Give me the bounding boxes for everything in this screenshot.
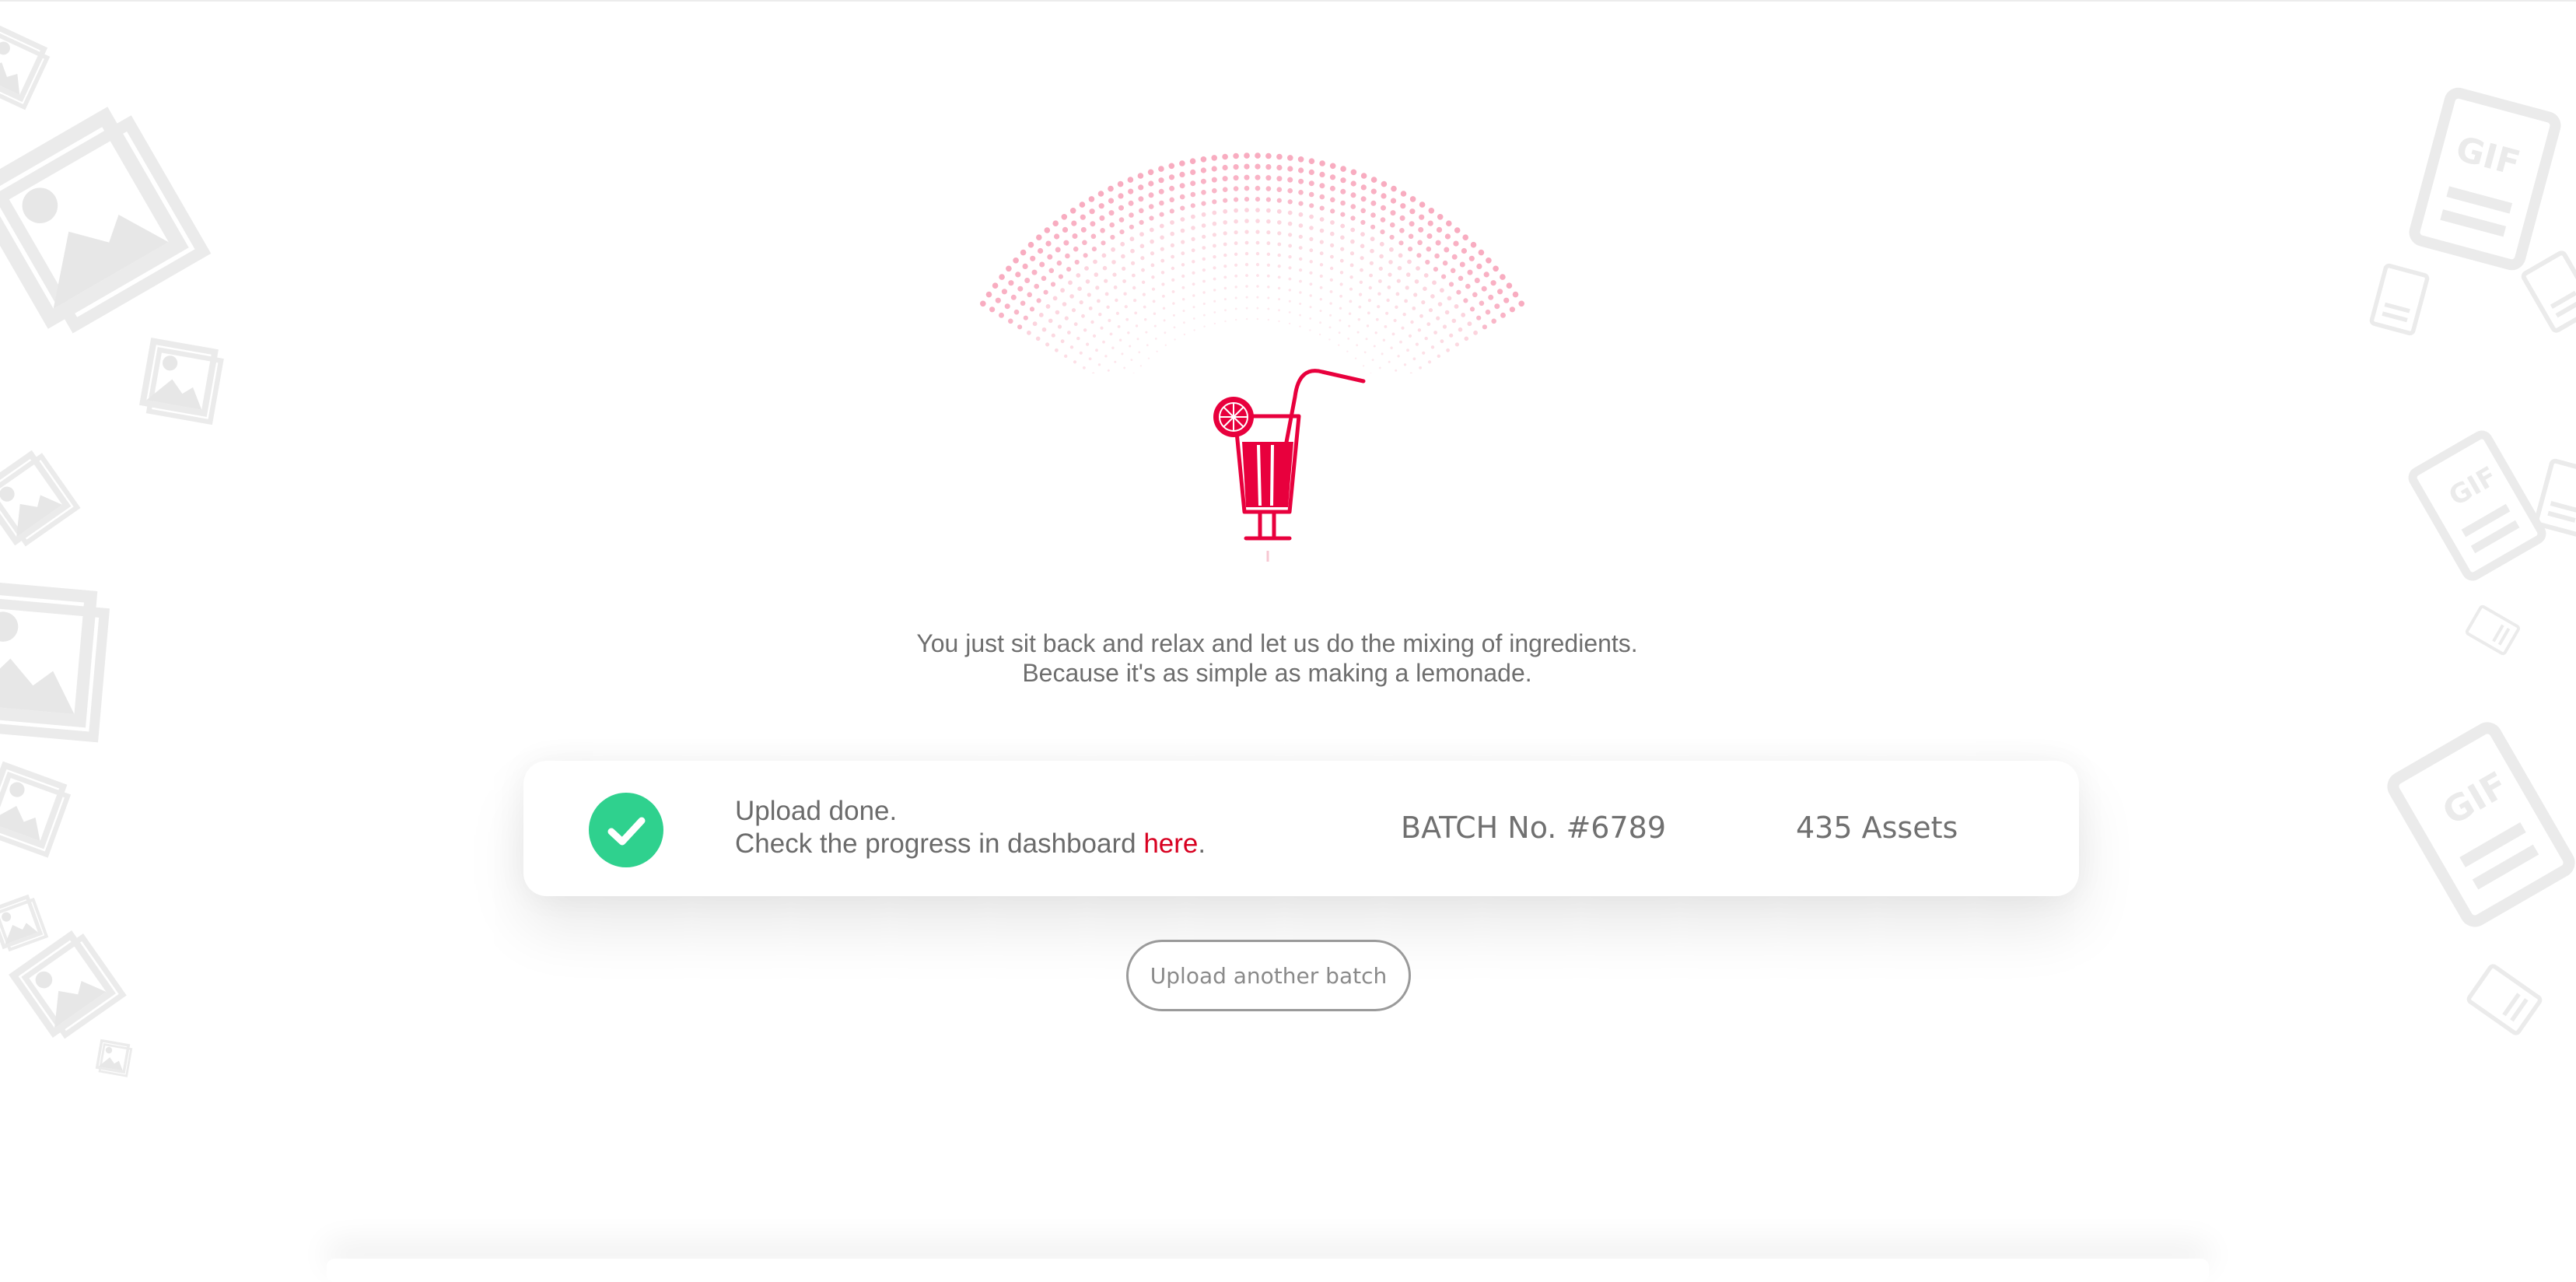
gif-file-icon [2371, 265, 2427, 335]
image-stack-icon [0, 586, 106, 737]
image-stack-icon [0, 108, 203, 335]
image-stack-icon [142, 342, 222, 422]
gif-file-icon [2466, 606, 2519, 655]
gif-file-icon [2536, 461, 2576, 536]
image-stack-icon [0, 26, 50, 107]
gif-file-icon [2410, 433, 2544, 579]
success-badge [589, 793, 663, 867]
upload-another-batch-button[interactable]: Upload another batch [1126, 940, 1411, 1011]
gif-file-icon [2468, 965, 2542, 1034]
dashboard-link[interactable]: here [1143, 828, 1198, 859]
batch-number: BATCH No. #6789 [1401, 811, 1666, 845]
tagline: You just sit back and relax and let us d… [782, 629, 1772, 688]
progress-text: Check the progress in dashboard [735, 828, 1144, 859]
tagline-line-1: You just sit back and relax and let us d… [916, 629, 1638, 657]
upload-message: Upload done. Check the progress in dashb… [735, 795, 1206, 860]
upload-status-title: Upload done. [735, 796, 898, 826]
tagline-line-2: Because it's as simple as making a lemon… [1022, 659, 1532, 687]
image-stack-icon [13, 930, 122, 1039]
gif-file-icon [2522, 252, 2576, 332]
image-stack-icon [0, 765, 70, 855]
gif-file-icon [2390, 725, 2573, 925]
gif-file-icon [2413, 91, 2557, 267]
image-stack-icon [95, 1039, 134, 1077]
progress-suffix: . [1198, 828, 1206, 859]
cocktail-icon [1213, 369, 1366, 562]
gif-label: GIF [2452, 129, 2524, 184]
gif-label: GIF [2435, 763, 2515, 833]
upload-status-card: Upload done. Check the progress in dashb… [523, 761, 2079, 896]
progress-line: Check the progress in dashboard here. [735, 828, 1206, 860]
dotted-halo [980, 152, 1524, 373]
image-stack-icon [0, 450, 77, 548]
asset-count: 435 Assets [1796, 811, 1958, 845]
check-icon [607, 817, 646, 846]
bottom-panel-edge [327, 1259, 2209, 1282]
gif-label: GIF [2444, 461, 2502, 513]
image-stack-icon [0, 895, 47, 951]
